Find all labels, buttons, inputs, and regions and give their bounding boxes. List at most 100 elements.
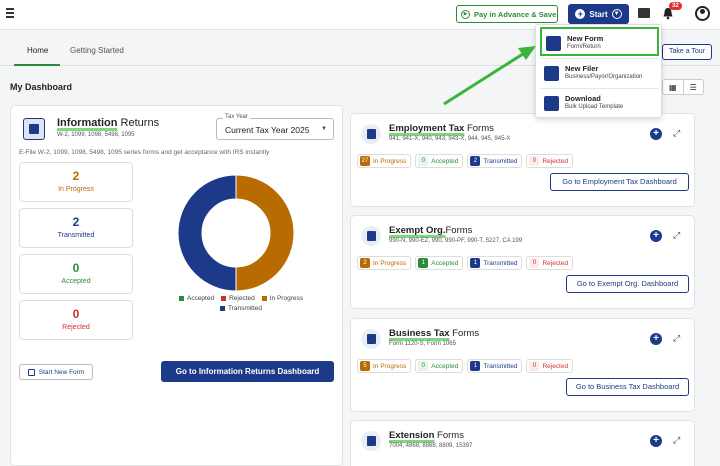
start-new-form-button[interactable]: Start New Form <box>19 364 93 380</box>
add-form-icon[interactable]: + <box>650 230 662 242</box>
stat-in-progress[interactable]: 2 In Progress <box>19 162 133 202</box>
plus-icon: + <box>575 9 586 19</box>
tax-year-value: Current Tax Year 2025 <box>225 125 310 135</box>
legend-item-in-progress: In Progress <box>261 295 303 302</box>
employment-tax-card: Employment Tax Forms 941, 941-X, 940, 94… <box>350 113 695 207</box>
chip-rejected[interactable]: 0 Rejected <box>526 154 574 168</box>
legend-item-rejected: Rejected <box>221 295 255 302</box>
card-subtitle: 7004, 4868, 8868, 8809, 15397 <box>389 443 473 449</box>
information-returns-title: Information Returns <box>57 117 160 129</box>
stat-value: 0 <box>72 261 80 275</box>
menu-item-subtitle: Business/Payor/Organization <box>565 74 643 80</box>
expand-icon[interactable]: ⤢ <box>673 230 680 241</box>
take-a-tour-button[interactable]: Take a Tour <box>662 44 712 60</box>
chip-in-progress[interactable]: 5 In Progress <box>357 359 412 373</box>
notification-badge: 32 <box>669 2 682 10</box>
card-title: Extension Forms <box>389 430 464 441</box>
information-returns-icon <box>23 118 45 140</box>
legend-item-transmitted: Transmitted <box>219 305 262 312</box>
exempt-org-card: Exempt Org.Forms 990-N, 990-EZ, 990, 990… <box>350 215 695 309</box>
business-tax-dashboard-button[interactable]: Go to Business Tax Dashboard <box>566 378 689 396</box>
chip-accepted[interactable]: 0 Accepted <box>415 154 464 168</box>
donut-slice-in-progress <box>235 174 295 292</box>
expand-icon[interactable]: ⤢ <box>673 435 680 446</box>
add-form-icon[interactable]: + <box>650 128 662 140</box>
chip-transmitted[interactable]: 2 Transmitted <box>467 154 523 168</box>
card-title: Employment Tax Forms <box>389 123 494 134</box>
stat-label: Accepted <box>61 278 91 285</box>
chip-transmitted[interactable]: 1 Transmitted <box>467 256 523 270</box>
status-donut-chart <box>177 174 295 292</box>
annotation-arrow-icon <box>443 46 536 106</box>
start-dropdown-menu: New Form Form/Return New Filer Business/… <box>535 24 662 118</box>
start-button[interactable]: + Start ▼ <box>568 4 629 24</box>
chip-rejected[interactable]: 0 Rejected <box>526 359 574 373</box>
employment-tax-icon <box>361 124 381 144</box>
stat-transmitted[interactable]: 2 Transmitted <box>19 208 133 248</box>
menu-item-new-filer[interactable]: New Filer Business/Payor/Organization <box>540 59 659 88</box>
menu-item-download[interactable]: Download Bulk Upload Template <box>540 89 659 118</box>
chevron-down-icon: ▼ <box>611 9 622 19</box>
exempt-org-icon <box>361 226 381 246</box>
active-tab-indicator <box>14 64 60 66</box>
extension-icon <box>361 431 381 451</box>
new-form-icon <box>27 368 35 376</box>
information-returns-card: Information Returns W-2, 1099, 1098, 549… <box>10 105 343 466</box>
stat-value: 0 <box>72 307 80 321</box>
chip-transmitted[interactable]: 1 Transmitted <box>467 359 523 373</box>
menu-item-title: New Form <box>567 34 604 43</box>
employment-tax-dashboard-button[interactable]: Go to Employment Tax Dashboard <box>550 173 689 191</box>
stat-value: 2 <box>72 215 80 229</box>
start-label: Start <box>589 9 608 19</box>
play-icon: ▶ <box>461 9 470 19</box>
expand-icon[interactable]: ⤢ <box>673 128 680 139</box>
card-title: Exempt Org.Forms <box>389 225 473 236</box>
extension-card: Extension Forms 7004, 4868, 8868, 8809, … <box>350 420 695 466</box>
information-returns-dashboard-button[interactable]: Go to Information Returns Dashboard <box>161 361 334 382</box>
efile-description: E-File W-2, 1099, 1098, 5498, 1095 serie… <box>19 149 270 156</box>
chip-accepted[interactable]: 1 Accepted <box>415 256 464 270</box>
stat-accepted[interactable]: 0 Accepted <box>19 254 133 294</box>
stat-value: 2 <box>72 169 80 183</box>
information-returns-subtitle: W-2, 1099, 1098, 5498, 1095 <box>57 132 135 138</box>
user-avatar-icon[interactable] <box>695 6 710 21</box>
business-tax-card: Business Tax Forms Form 1120-S, Form 106… <box>350 318 695 412</box>
card-subtitle: Form 1120-S, Form 1065 <box>389 341 456 347</box>
donut-slice-transmitted <box>177 174 237 292</box>
tax-year-label: Tax Year <box>223 114 251 120</box>
status-chips: 27 In Progress 0 Accepted 2 Transmitted 0 Re… <box>357 154 574 168</box>
menu-item-new-form[interactable]: New Form Form/Return <box>540 27 659 56</box>
menu-toggle-icon[interactable] <box>6 8 18 20</box>
stat-rejected[interactable]: 0 Rejected <box>19 300 133 340</box>
card-title: Business Tax Forms <box>389 328 480 339</box>
page-title: My Dashboard <box>10 82 73 92</box>
form-icon <box>546 36 561 51</box>
chip-in-progress[interactable]: 27 In Progress <box>357 154 412 168</box>
status-chips: 5 In Progress 0 Accepted 1 Transmitted 0 Rej… <box>357 359 574 373</box>
tab-getting-started[interactable]: Getting Started <box>70 46 124 55</box>
tax-year-select[interactable]: Tax Year Current Tax Year 2025 ▼ <box>216 114 334 140</box>
status-chips: 2 In Progress 1 Accepted 1 Transmitted 0 Rej… <box>357 256 574 270</box>
tab-home[interactable]: Home <box>27 46 48 55</box>
chip-in-progress[interactable]: 2 In Progress <box>357 256 412 270</box>
legend-item-accepted: Accepted <box>178 295 214 302</box>
start-new-form-label: Start New Form <box>38 368 85 376</box>
stat-label: Rejected <box>62 324 90 331</box>
add-form-icon[interactable]: + <box>650 435 662 447</box>
expand-icon[interactable]: ⤢ <box>673 333 680 344</box>
stat-label: Transmitted <box>57 232 95 239</box>
pay-in-advance-button[interactable]: ▶ Pay in Advance & Save <box>456 5 558 23</box>
filer-icon <box>544 66 559 81</box>
list-view-icon[interactable]: ☰ <box>684 80 704 94</box>
chip-rejected[interactable]: 0 Rejected <box>526 256 574 270</box>
card-subtitle: 941, 941-X, 940, 943, 943-X, 944, 945, 9… <box>389 136 511 142</box>
card-subtitle: 990-N, 990-EZ, 990, 990-PF, 990-T, 5227,… <box>389 238 523 244</box>
grid-view-icon[interactable]: ▦ <box>663 80 684 94</box>
menu-item-subtitle: Form/Return <box>567 44 601 50</box>
calculator-icon[interactable] <box>638 8 650 18</box>
chip-accepted[interactable]: 0 Accepted <box>415 359 464 373</box>
chart-legend: Accepted Rejected In Progress Transmitte… <box>166 295 316 315</box>
exempt-org-dashboard-button[interactable]: Go to Exempt Org. Dashboard <box>566 275 689 293</box>
menu-item-title: Download <box>565 94 601 103</box>
add-form-icon[interactable]: + <box>650 333 662 345</box>
